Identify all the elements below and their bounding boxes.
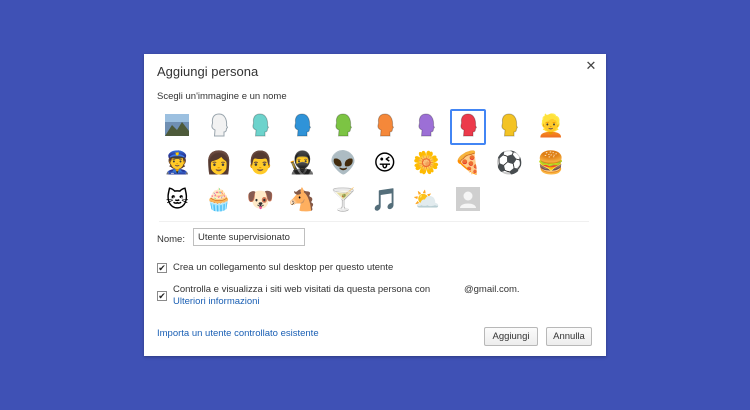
avatar-option[interactable]: 👩	[201, 146, 238, 182]
horse-icon: 🐴	[288, 188, 316, 213]
cancel-button[interactable]: Annulla	[546, 327, 592, 346]
avatar-option[interactable]: ⚽	[491, 146, 528, 182]
head-green-icon	[329, 111, 357, 144]
avatar-option[interactable]: 🥷	[284, 146, 321, 182]
head-white-icon	[205, 111, 233, 144]
avatar-option[interactable]	[284, 109, 321, 145]
smiley-icon: 😜	[373, 151, 397, 176]
dog-icon: 🐶	[246, 188, 274, 213]
flower-icon: 🌼	[412, 151, 440, 176]
add-person-dialog: Aggiungi persona ✕ Scegli un'immagine e …	[144, 54, 606, 356]
alien-icon: 👽	[329, 151, 357, 176]
close-icon[interactable]: ✕	[584, 58, 598, 74]
landscape-photo-icon	[163, 111, 191, 144]
ninja-icon: 🥷	[288, 151, 316, 176]
avatar-option[interactable]	[325, 109, 362, 145]
avatar-option[interactable]: 🐴	[284, 183, 321, 219]
cop-icon: 👮	[163, 151, 191, 176]
head-yellow-icon	[495, 111, 523, 144]
avatar-option[interactable]	[491, 109, 528, 145]
avatar-option[interactable]: 🎵	[367, 183, 404, 219]
avatar-option[interactable]	[201, 109, 238, 145]
man-icon: 👨	[246, 151, 274, 176]
cocktail-icon: 🍸	[329, 188, 357, 213]
supervise-checkbox[interactable]: ✔	[157, 291, 167, 301]
head-purple-icon	[412, 111, 440, 144]
soccer-ball-icon: ⚽	[495, 151, 523, 176]
avatar-option[interactable]: 👮	[159, 146, 196, 182]
avatar-option[interactable]	[450, 183, 487, 219]
avatar-option[interactable]: 👱	[533, 109, 570, 145]
avatar-option[interactable]: 🍔	[533, 146, 570, 182]
supervise-label: Controlla e visualizza i siti web visita…	[173, 284, 431, 295]
learn-more-link[interactable]: Ulteriori informazioni	[173, 296, 260, 307]
avatar-option[interactable]: 😜	[367, 146, 404, 182]
avatar-picker-label: Scegli un'immagine e un nome	[157, 91, 287, 102]
desktop-shortcut-label: Crea un collegamento sul desktop per que…	[173, 262, 394, 273]
avatar-option[interactable]	[242, 109, 279, 145]
head-blue-icon	[288, 111, 316, 144]
avatar-option[interactable]: 🍸	[325, 183, 362, 219]
avatar-option[interactable]	[367, 109, 404, 145]
name-label: Nome:	[157, 234, 185, 245]
avatar-option[interactable]: 🧁	[201, 183, 238, 219]
add-button[interactable]: Aggiungi	[484, 327, 538, 346]
avatar-option[interactable]: 👨	[242, 146, 279, 182]
pizza-icon: 🍕	[454, 151, 482, 176]
burger-icon: 🍔	[537, 151, 565, 176]
dialog-title: Aggiungi persona	[157, 64, 259, 79]
head-red-icon	[454, 111, 482, 144]
desktop-shortcut-checkbox[interactable]: ✔	[157, 263, 167, 273]
avatar-option[interactable]	[449, 109, 486, 145]
cat-icon: 🐱	[165, 188, 189, 213]
avatar-option[interactable]: 🐶	[242, 183, 279, 219]
avatar-option[interactable]: 🐱	[159, 183, 196, 219]
avatar-option[interactable]: 🌼	[408, 146, 445, 182]
avatar-grid: 👱 👮 👩 👨 🥷 👽 😜 🌼 🍕 ⚽ 🍔 🐱 🧁 🐶 🐴 🍸 🎵 ⛅	[159, 109, 589, 222]
woman-sunglasses-icon: 👩	[205, 151, 233, 176]
import-supervised-user-link[interactable]: Importa un utente controllato esistente	[157, 328, 319, 339]
avatar-option[interactable]: ⛅	[408, 183, 445, 219]
avatar-option[interactable]: 🍕	[450, 146, 487, 182]
name-input[interactable]	[193, 228, 305, 246]
sun-cloud-icon: ⛅	[412, 188, 440, 213]
head-orange-icon	[371, 111, 399, 144]
music-note-icon: 🎵	[371, 188, 399, 213]
head-teal-icon	[246, 111, 274, 144]
avatar-option[interactable]	[159, 109, 196, 145]
avatar-option[interactable]: 👽	[325, 146, 362, 182]
blonde-woman-icon: 👱	[537, 114, 565, 139]
cupcake-icon: 🧁	[205, 188, 233, 213]
supervise-email: @gmail.com.	[464, 284, 520, 295]
generic-profile-icon	[454, 185, 482, 218]
avatar-option[interactable]	[408, 109, 445, 145]
